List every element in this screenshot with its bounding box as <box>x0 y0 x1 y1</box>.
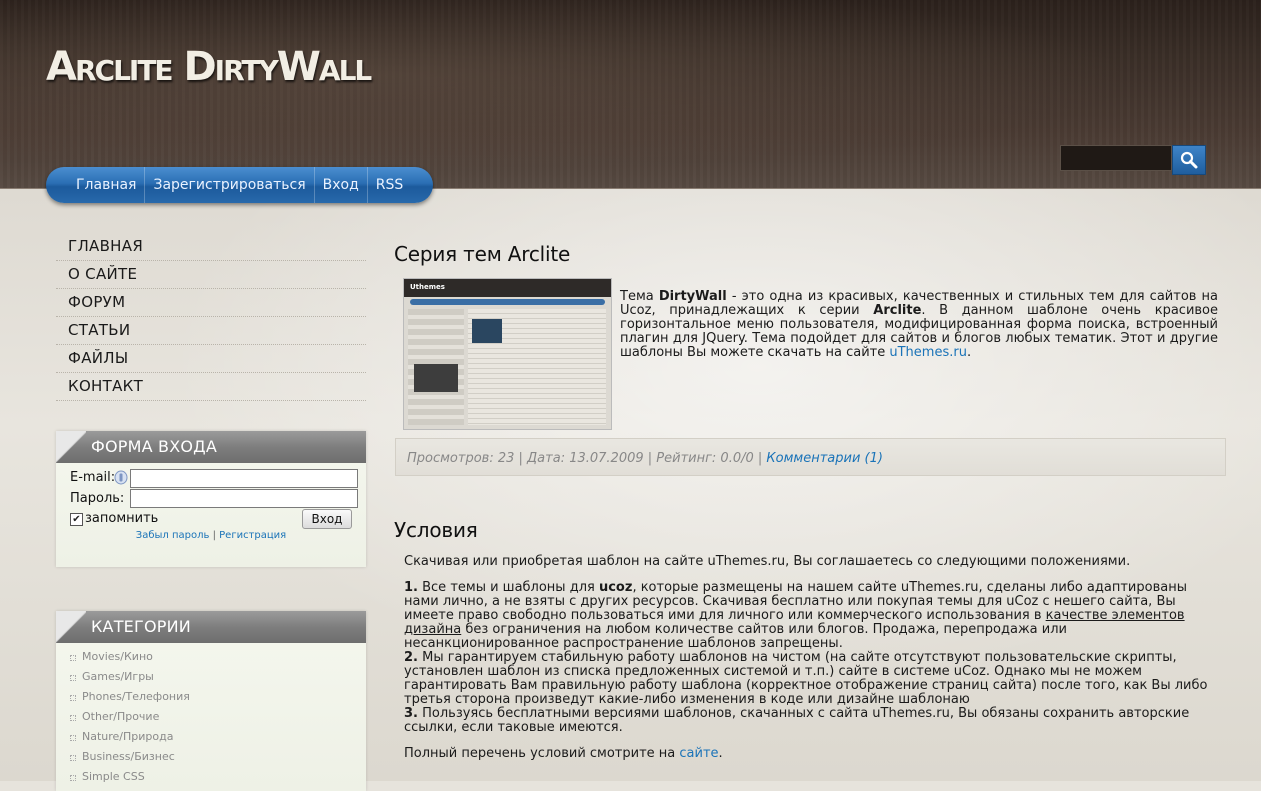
intro-text: Тема <box>620 289 659 304</box>
categories-block-title: КАТЕГОРИИ <box>91 617 191 636</box>
category-item[interactable]: Games/Игры <box>68 670 190 690</box>
search-input[interactable] <box>1060 145 1172 171</box>
terms-item-3: 3. Пользуясь бесплатными версиями шаблон… <box>404 707 1209 735</box>
top-nav: Главная Зарегистрироваться Вход RSS <box>46 167 434 203</box>
sidebar-item-forum[interactable]: ФОРУМ <box>56 290 366 317</box>
site-header: Arclite DirtyWall <box>0 0 1261 189</box>
nav-rss[interactable]: RSS <box>368 167 412 203</box>
email-label: E-mail: <box>70 470 116 485</box>
categories-block-header: КАТЕГОРИИ <box>56 611 366 643</box>
terms-item-number: 3. <box>404 706 418 721</box>
login-block-header: ФОРМА ВХОДА <box>56 431 366 463</box>
category-item[interactable]: Business/Бизнес <box>68 750 190 770</box>
post-thumbnail[interactable]: Uthemes <box>403 278 612 430</box>
nav-register[interactable]: Зарегистрироваться <box>145 167 315 203</box>
uthemes-link[interactable]: uThemes.ru <box>889 345 967 360</box>
category-item[interactable]: Phones/Телефония <box>68 690 190 710</box>
terms-text: Мы гарантируем стабильную работу шаблоно… <box>404 650 1208 707</box>
post-intro: Тема DirtyWall - это одна из красивых, к… <box>620 290 1218 360</box>
register-link[interactable]: Регистрация <box>219 530 286 541</box>
search-icon <box>1180 151 1198 169</box>
terms-text: без ограничения на любом количестве сайт… <box>404 622 1067 651</box>
thumbnail-image <box>472 319 502 343</box>
post-title[interactable]: Серия тем Arclite <box>394 242 570 266</box>
nav-home[interactable]: Главная <box>68 167 146 203</box>
login-block-title: ФОРМА ВХОДА <box>91 437 218 456</box>
categories-list: Movies/Кино Games/Игры Phones/Телефония … <box>68 650 190 790</box>
category-item[interactable]: Simple CSS <box>68 770 190 790</box>
login-submit-button[interactable]: Вход <box>302 509 352 529</box>
category-item[interactable]: Movies/Кино <box>68 650 190 670</box>
forgot-password-link[interactable]: Забыл пароль <box>136 530 210 541</box>
terms-lead: Скачивая или приобретая шаблон на сайте … <box>404 554 1131 569</box>
remember-checkbox[interactable]: ✔ <box>70 513 83 526</box>
terms-item-number: 1. <box>404 580 418 595</box>
sidebar-item-home[interactable]: ГЛАВНАЯ <box>56 234 366 261</box>
sidebar-item-articles[interactable]: СТАТЬИ <box>56 318 366 345</box>
sidebar-menu: ГЛАВНАЯ О САЙТЕ ФОРУМ СТАТЬИ ФАЙЛЫ КОНТА… <box>56 234 366 402</box>
sidebar-item-files[interactable]: ФАЙЛЫ <box>56 346 366 373</box>
search-button[interactable] <box>1172 145 1206 175</box>
email-field[interactable] <box>130 469 358 488</box>
terms-text: Полный перечень условий смотрите на <box>404 746 680 761</box>
post-meta: Просмотров: 23 | Дата: 13.07.2009 | Рейт… <box>407 451 767 466</box>
terms-title: Условия <box>394 518 478 542</box>
openid-icon[interactable] <box>114 470 128 485</box>
sidebar-item-contact[interactable]: КОНТАКТ <box>56 374 366 401</box>
nav-login[interactable]: Вход <box>315 167 368 203</box>
terms-text: Пользуясь бесплатными версиями шаблонов,… <box>404 706 1190 735</box>
intro-text: . <box>966 345 972 360</box>
terms-text: Все темы и шаблоны для <box>417 580 599 595</box>
thumbnail-nav <box>410 299 605 305</box>
post-meta-bar: Просмотров: 23 | Дата: 13.07.2009 | Рейт… <box>395 438 1226 476</box>
terms-text: . <box>718 746 723 761</box>
comments-link[interactable]: Комментарии (1) <box>766 451 883 466</box>
terms-item-2: 2. Мы гарантируем стабильную работу шабл… <box>404 651 1209 707</box>
terms-item-1: 1. Все темы и шаблоны для ucoz, которые … <box>404 581 1209 651</box>
search-form <box>1060 145 1206 175</box>
password-label: Пароль: <box>70 491 125 506</box>
intro-bold-arclite: Arclite <box>873 303 922 318</box>
thumbnail-logo: Uthemes <box>410 283 445 291</box>
login-links-separator: | <box>212 530 216 541</box>
thumbnail-calendar <box>414 364 458 392</box>
corner-fold-icon <box>56 431 86 463</box>
intro-bold-dirtywall: DirtyWall <box>658 289 727 304</box>
login-links: Забыл пароль | Регистрация <box>56 530 366 541</box>
terms-bold: ucoz <box>598 580 633 595</box>
corner-fold-icon <box>56 611 86 643</box>
sidebar-item-about[interactable]: О САЙТЕ <box>56 262 366 289</box>
terms-body: Скачивая или приобретая шаблон на сайте … <box>404 555 1209 761</box>
remember-label: запомнить <box>85 511 159 526</box>
site-title[interactable]: Arclite DirtyWall <box>46 44 372 90</box>
password-field[interactable] <box>130 489 358 508</box>
terms-footer: Полный перечень условий смотрите на сайт… <box>404 747 1209 761</box>
terms-item-number: 2. <box>404 650 418 665</box>
category-item[interactable]: Nature/Природа <box>68 730 190 750</box>
site-link[interactable]: сайте <box>679 746 718 761</box>
category-item[interactable]: Other/Прочие <box>68 710 190 730</box>
